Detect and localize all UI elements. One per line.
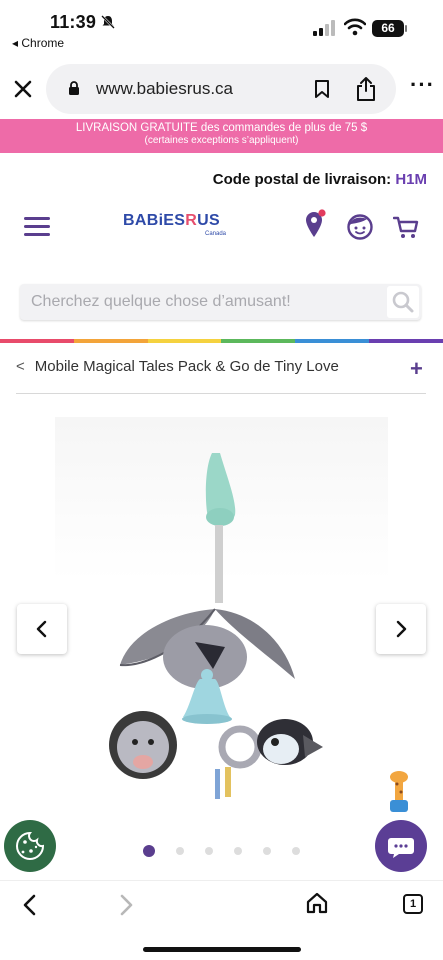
logo-text-r: R: [185, 212, 198, 229]
expand-button[interactable]: +: [410, 356, 423, 382]
lock-icon: [69, 81, 79, 95]
signal-icon: [313, 20, 335, 36]
battery-tip: [405, 25, 407, 32]
carousel-dot[interactable]: [176, 847, 184, 855]
share-icon[interactable]: [356, 76, 376, 102]
rainbow-divider: [0, 339, 443, 343]
carousel-dot[interactable]: [205, 847, 213, 855]
carousel-dot[interactable]: [263, 847, 271, 855]
breadcrumb[interactable]: < Mobile Magical Tales Pack & Go de Tiny …: [16, 358, 339, 375]
cookie-settings-button[interactable]: [4, 820, 56, 872]
home-indicator: [143, 947, 301, 952]
babiesrus-logo[interactable]: BABiESRUS Canada: [123, 212, 233, 240]
status-bar: 11:39 ◂ Chrome 66: [0, 0, 443, 56]
postal-label: Code postal de livraison:: [212, 171, 392, 188]
chevron-right-icon: [396, 620, 407, 638]
logo-text-b: US: [197, 212, 220, 229]
back-to-app-link[interactable]: ◂ Chrome: [12, 36, 64, 50]
chat-button[interactable]: [375, 820, 427, 872]
chevron-left-icon: [36, 620, 47, 638]
search-input[interactable]: Cherchez quelque chose d’amusant!: [31, 293, 291, 311]
carousel-prev-button[interactable]: [17, 604, 67, 654]
bell-muted-icon: [101, 15, 115, 29]
carousel-dot[interactable]: [143, 845, 155, 857]
cart-icon[interactable]: [393, 215, 419, 239]
postal-code[interactable]: H1M: [395, 171, 427, 188]
close-icon[interactable]: [12, 78, 34, 100]
carousel-dots[interactable]: [143, 845, 300, 857]
tabs-icon[interactable]: 1: [403, 894, 423, 914]
carousel-next-button[interactable]: [376, 604, 426, 654]
cookie-icon: [16, 831, 45, 860]
product-image[interactable]: [55, 417, 388, 827]
carousel-dot[interactable]: [292, 847, 300, 855]
promo-banner[interactable]: LIVRAISON GRATUITE des commandes de plus…: [0, 119, 443, 153]
url-text[interactable]: www.babiesrus.ca: [96, 79, 233, 99]
logo-subtitle: Canada: [205, 231, 227, 237]
product-title: Mobile Magical Tales Pack & Go de Tiny L…: [34, 358, 339, 375]
carousel-dot[interactable]: [234, 847, 242, 855]
location-pin-icon[interactable]: [303, 209, 327, 239]
giraffe-mascot-icon: [390, 771, 408, 812]
divider: [16, 393, 426, 394]
mobile-toy-illustration: [109, 453, 323, 799]
forward-icon[interactable]: [116, 893, 136, 917]
wifi-icon: [344, 18, 366, 36]
account-icon[interactable]: [347, 214, 373, 240]
back-icon[interactable]: [20, 893, 40, 917]
promo-line-1: LIVRAISON GRATUITE des commandes de plus…: [75, 122, 368, 134]
menu-icon[interactable]: [24, 217, 50, 237]
promo-line-2: (certaines exceptions s’appliquent): [144, 135, 299, 146]
home-icon[interactable]: [306, 892, 328, 914]
chat-icon: [388, 838, 414, 858]
logo-text-a: BABiES: [123, 212, 186, 229]
bookmark-icon[interactable]: [314, 79, 330, 99]
search-bar[interactable]: Cherchez quelque chose d’amusant!: [20, 284, 421, 320]
battery-indicator: 66: [372, 20, 404, 37]
browser-toolbar: 1: [0, 880, 443, 960]
address-bar[interactable]: www.babiesrus.ca: [46, 64, 396, 114]
search-icon: [392, 291, 414, 313]
more-icon[interactable]: ···: [410, 74, 435, 96]
search-button[interactable]: [387, 286, 419, 318]
breadcrumb-back-icon[interactable]: <: [16, 358, 25, 375]
postal-code-selector[interactable]: Code postal de livraison: H1M: [213, 171, 427, 188]
clock: 11:39: [50, 12, 97, 32]
